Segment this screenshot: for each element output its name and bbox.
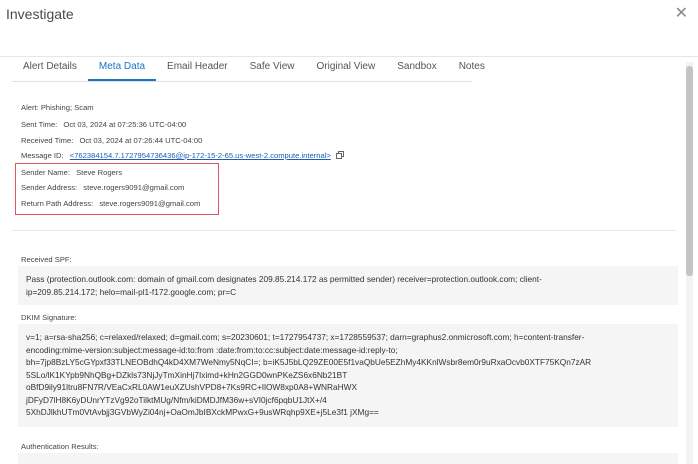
alert-label: Alert: <box>21 103 39 112</box>
tab-original-view[interactable]: Original View <box>305 57 386 81</box>
message-id-row: Message ID: <762384154.7.1727954736436@i… <box>21 151 344 160</box>
sender-name-label: Sender Name: <box>21 168 70 177</box>
alert-value: Phishing; Scam <box>40 103 94 112</box>
tabs-underline <box>12 81 472 82</box>
authentication-results-box <box>18 453 678 464</box>
window-header: Investigate ✕ <box>0 0 698 30</box>
sender-address-value: steve.rogers9091@gmail.com <box>83 183 185 192</box>
alert-row: Alert: Phishing; Scam <box>21 103 94 112</box>
return-path-label: Return Path Address: <box>21 199 94 208</box>
sent-time-value: Oct 03, 2024 at 07:25:36 UTC-04:00 <box>63 120 187 129</box>
sent-time-label: Sent Time: <box>21 120 58 129</box>
received-spf-line: ip=209.85.214.172; helo=mail-pl1-f172.go… <box>26 286 237 297</box>
section-divider <box>12 230 676 231</box>
received-spf-box: Pass (protection.outlook.com: domain of … <box>18 266 678 305</box>
received-time-label: Received Time: <box>21 136 74 145</box>
sender-name-row: Sender Name: Steve Rogers <box>21 168 122 177</box>
tab-email-header[interactable]: Email Header <box>156 57 239 81</box>
received-spf-line: Pass (protection.outlook.com: domain of … <box>26 274 542 284</box>
dkim-signature-box: v=1; a=rsa-sha256; c=relaxed/relaxed; d=… <box>18 324 678 427</box>
tab-safe-view[interactable]: Safe View <box>239 57 306 81</box>
window-title: Investigate <box>6 6 74 22</box>
received-time-value: Oct 03, 2024 at 07:26:44 UTC-04:00 <box>79 136 203 145</box>
dkim-line: v=1; a=rsa-sha256; c=relaxed/relaxed; d=… <box>26 332 585 342</box>
dkim-line: bh=7jp8BzLY5cGYpxf33TLNEOBdhQ4kD4XM7WeNm… <box>26 357 592 367</box>
received-time-row: Received Time: Oct 03, 2024 at 07:26:44 … <box>21 136 202 145</box>
sender-address-row: Sender Address: steve.rogers9091@gmail.c… <box>21 183 184 192</box>
authentication-results-label: Authentication Results: <box>21 442 99 451</box>
return-path-row: Return Path Address: steve.rogers9091@gm… <box>21 199 200 208</box>
return-path-value: steve.rogers9091@gmail.com <box>99 199 201 208</box>
received-spf-label: Received SPF: <box>21 255 72 264</box>
meta-data-panel: Alert: Phishing; Scam Sent Time: Oct 03,… <box>0 96 684 464</box>
dkim-line: 5SLo/lK1KYpb9NhQBg+DZkls73NjJyTmXinHj7Ix… <box>26 369 348 380</box>
dkim-line: jDFyD7lH8K6yDUnrYTzVg92oTilktMUg/Nfm/kiD… <box>26 394 327 405</box>
vertical-scrollbar[interactable] <box>686 62 693 464</box>
close-icon[interactable]: ✕ <box>675 6 688 22</box>
dkim-line: encoding:mime-version:subject:message-id… <box>26 344 398 355</box>
tab-sandbox[interactable]: Sandbox <box>386 57 447 81</box>
tab-notes[interactable]: Notes <box>448 57 496 81</box>
sent-time-row: Sent Time: Oct 03, 2024 at 07:25:36 UTC-… <box>21 120 186 129</box>
tab-alert-details[interactable]: Alert Details <box>12 57 88 81</box>
sender-name-value: Steve Rogers <box>76 168 123 177</box>
dkim-line: oBfD9ily91ltru8FN7R/VEaCxRL0AW1euXZUshVP… <box>26 382 357 392</box>
message-id-link[interactable]: <762384154.7.1727954736436@ip-172-15-2-6… <box>70 151 331 160</box>
dkim-signature-label: DKIM Signature: <box>21 313 77 322</box>
dkim-line: 5XhDJlkhUTm0VtAvbjj3GVbWyZi04nj+OaOmJbIB… <box>26 407 379 417</box>
sender-address-label: Sender Address: <box>21 183 78 192</box>
message-id-label: Message ID: <box>21 151 64 160</box>
tab-bar: Alert Details Meta Data Email Header Saf… <box>12 57 496 81</box>
scrollbar-thumb[interactable] <box>686 66 693 276</box>
copy-icon[interactable] <box>335 151 344 159</box>
tab-meta-data[interactable]: Meta Data <box>87 57 157 81</box>
